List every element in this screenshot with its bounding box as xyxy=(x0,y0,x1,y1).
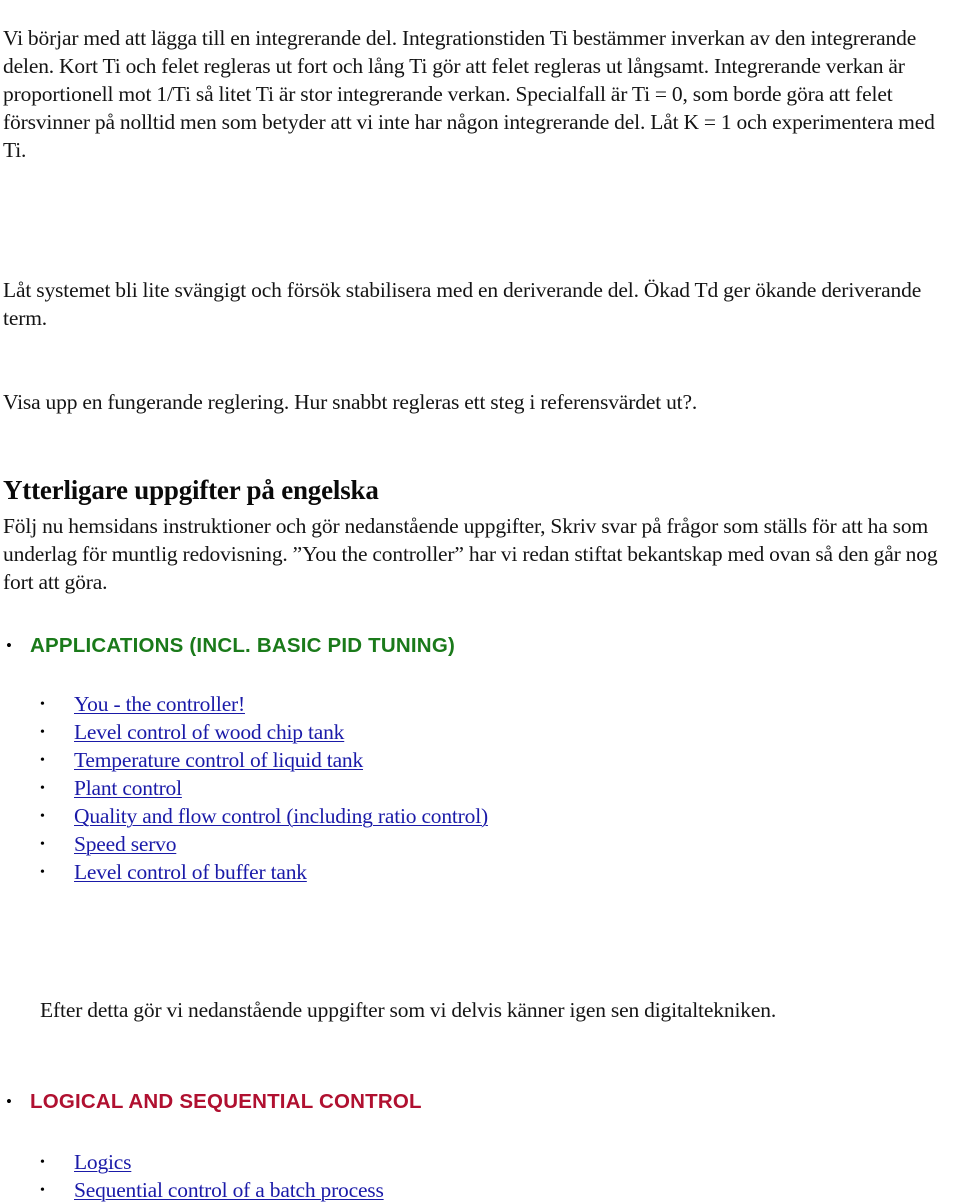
section-heading-logical-label: LOGICAL AND SEQUENTIAL CONTROL xyxy=(30,1090,422,1113)
list-item: • Sequential control of a batch process xyxy=(40,1176,940,1204)
bullet-disc-icon: • xyxy=(40,1183,45,1198)
section-heading-logical: • LOGICAL AND SEQUENTIAL CONTROL xyxy=(6,1090,946,1114)
paragraph-integrating-part: Vi börjar med att lägga till en integrer… xyxy=(3,25,935,162)
link-quality-and-flow-control[interactable]: Quality and flow control (including rati… xyxy=(74,802,488,830)
list-item: • Plant control xyxy=(40,774,940,802)
paragraph-derivative-part: Låt systemet bli lite svängigt och försö… xyxy=(3,277,922,330)
list-item: • Level control of wood chip tank xyxy=(40,718,940,746)
applications-link-list: • You - the controller! • Level control … xyxy=(40,690,940,886)
document-page: Vi börjar med att lägga till en integrer… xyxy=(0,0,960,1204)
link-sequential-control-batch-process[interactable]: Sequential control of a batch process xyxy=(74,1176,384,1204)
list-item: • You - the controller! xyxy=(40,690,940,718)
list-item: • Speed servo xyxy=(40,830,940,858)
link-plant-control[interactable]: Plant control xyxy=(74,774,182,802)
link-speed-servo[interactable]: Speed servo xyxy=(74,830,176,858)
bullet-disc-icon: • xyxy=(40,865,45,880)
bullet-disc-icon: • xyxy=(6,636,12,655)
bullet-disc-icon: • xyxy=(40,781,45,796)
heading-english-tasks: Ytterligare uppgifter på engelska xyxy=(3,475,379,506)
bullet-disc-icon: • xyxy=(40,753,45,768)
bullet-disc-icon: • xyxy=(40,809,45,824)
bullet-disc-icon: • xyxy=(40,837,45,852)
list-item: • Quality and flow control (including ra… xyxy=(40,802,940,830)
paragraph-after-this: Efter detta gör vi nedanstående uppgifte… xyxy=(40,997,777,1022)
bullet-disc-icon: • xyxy=(6,1092,12,1111)
list-item: • Temperature control of liquid tank xyxy=(40,746,940,774)
paragraph-english-intro: Följ nu hemsidans instruktioner och gör … xyxy=(3,513,938,594)
bullet-disc-icon: • xyxy=(40,697,45,712)
link-logics[interactable]: Logics xyxy=(74,1148,132,1176)
link-you-the-controller[interactable]: You - the controller! xyxy=(74,690,245,718)
link-level-control-wood-chip-tank[interactable]: Level control of wood chip tank xyxy=(74,718,344,746)
section-heading-applications-label: APPLICATIONS (INCL. BASIC PID TUNING) xyxy=(30,634,455,657)
section-heading-applications: • APPLICATIONS (INCL. BASIC PID TUNING) xyxy=(6,634,946,658)
bullet-disc-icon: • xyxy=(40,1155,45,1170)
link-level-control-buffer-tank[interactable]: Level control of buffer tank xyxy=(74,858,307,886)
list-item: • Level control of buffer tank xyxy=(40,858,940,886)
logical-link-list: • Logics • Sequential control of a batch… xyxy=(40,1148,940,1204)
list-item: • Logics xyxy=(40,1148,940,1176)
bullet-disc-icon: • xyxy=(40,725,45,740)
paragraph-show-control: Visa upp en fungerande reglering. Hur sn… xyxy=(3,389,698,414)
link-temperature-control-liquid-tank[interactable]: Temperature control of liquid tank xyxy=(74,746,363,774)
